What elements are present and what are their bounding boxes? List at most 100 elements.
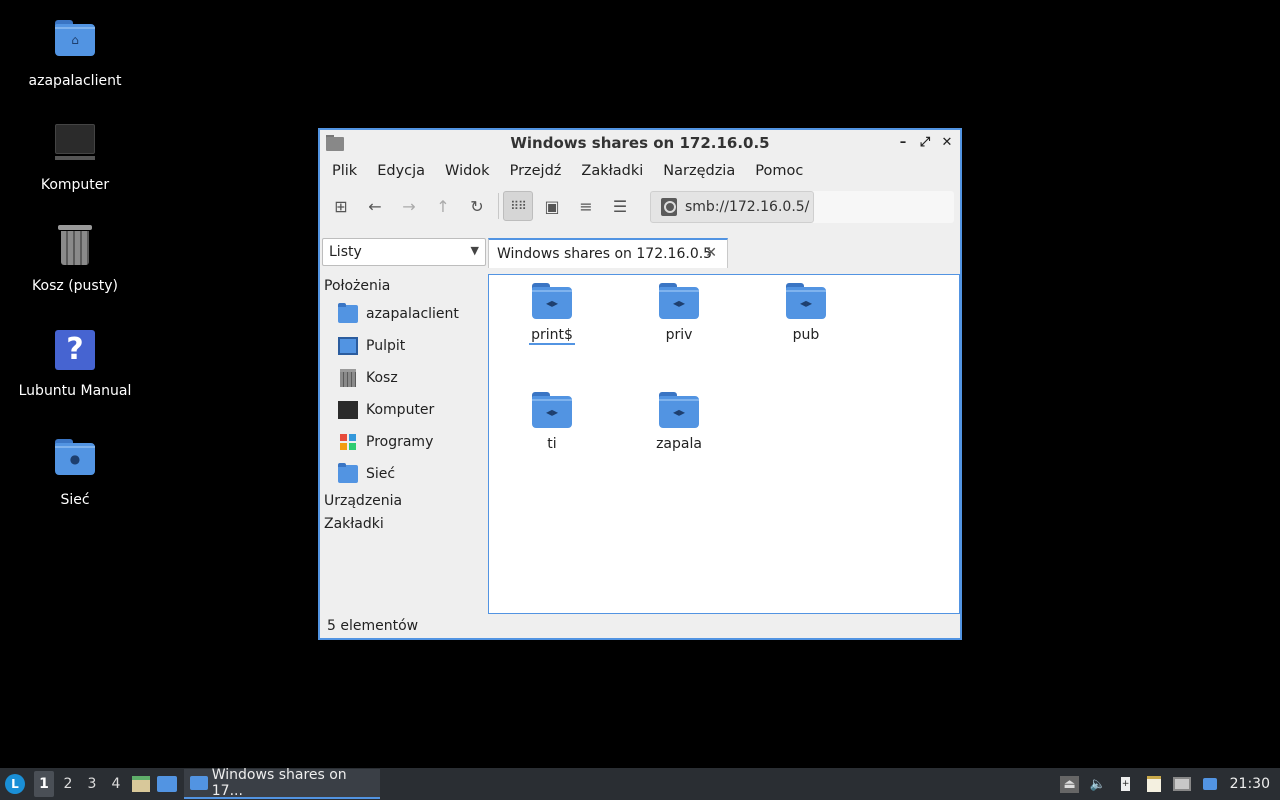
forward-button[interactable]: → xyxy=(394,191,424,221)
trash-icon xyxy=(340,369,356,387)
menu-przejdz[interactable]: Przejdź xyxy=(500,163,572,179)
arrow-left-icon: ← xyxy=(368,196,382,216)
share-name: pub xyxy=(792,327,820,343)
menu-narzedzia[interactable]: Narzędzia xyxy=(653,163,745,179)
path-bar: smb://172.16.0.5/ xyxy=(650,191,954,223)
detail-view-button[interactable]: ☰ xyxy=(605,191,635,221)
tray-battery[interactable]: + xyxy=(1112,768,1140,800)
back-button[interactable]: ← xyxy=(360,191,390,221)
sidebar-item-network[interactable]: Sieć xyxy=(338,462,395,486)
share-item[interactable]: ◂▸ ti xyxy=(507,392,597,452)
arrow-up-icon: ↑ xyxy=(436,196,450,216)
devices-header[interactable]: Urządzenia xyxy=(324,493,402,509)
workspace-4[interactable]: 4 xyxy=(104,768,128,800)
folder-view[interactable]: ◂▸ print$ ◂▸ priv ◂▸ pub ◂▸ ti ◂▸ zapala xyxy=(488,274,960,614)
menu-plik[interactable]: Plik xyxy=(322,163,367,179)
status-text: 5 elementów xyxy=(327,618,419,634)
window-folder-icon xyxy=(326,135,344,151)
thumbnail-view-button[interactable]: ▣ xyxy=(537,191,567,221)
minimize-button[interactable]: – xyxy=(894,134,912,152)
share-item[interactable]: ◂▸ priv xyxy=(634,283,724,343)
sidebar-item-home[interactable]: azapalaclient xyxy=(338,302,459,326)
quicklaunch-show-desktop[interactable] xyxy=(128,768,154,800)
network-share-folder-icon: ◂▸ xyxy=(659,392,699,428)
show-desktop-icon xyxy=(132,776,150,792)
network-folder-icon: ● xyxy=(55,439,95,475)
sidebar-item-label: Programy xyxy=(366,434,434,450)
sidebar-item-applications[interactable]: Programy xyxy=(338,430,433,454)
sidebar-item-trash[interactable]: Kosz xyxy=(338,366,398,390)
lubuntu-logo-icon: L xyxy=(5,774,25,794)
tab-windows-shares[interactable]: Windows shares on 172.16.0.5 ✕ xyxy=(488,238,728,268)
side-pane-mode-select[interactable]: Listy ▼ xyxy=(322,238,486,266)
desktop-icon-manual[interactable]: ? Lubuntu Manual xyxy=(10,330,140,400)
status-bar: 5 elementów xyxy=(320,614,960,638)
desktop-icon-home[interactable]: ⌂ azapalaclient xyxy=(10,16,140,90)
menu-edycja[interactable]: Edycja xyxy=(367,163,435,179)
sidebar-item-computer[interactable]: Komputer xyxy=(338,398,434,422)
tray-volume[interactable]: 🔈 xyxy=(1084,768,1112,800)
network-share-folder-icon: ◂▸ xyxy=(532,283,572,319)
taskbar-task-file-manager[interactable]: Windows shares on 17... xyxy=(184,767,380,799)
close-button[interactable]: ✕ xyxy=(938,134,956,152)
volume-icon: 🔈 xyxy=(1089,776,1106,792)
file-manager-window: Windows shares on 172.16.0.5 – ⤢ ✕ Plik … xyxy=(318,128,962,640)
reload-icon: ↻ xyxy=(470,196,484,216)
tray-network[interactable] xyxy=(1168,768,1196,800)
path-button[interactable]: smb://172.16.0.5/ xyxy=(650,191,814,223)
toolbar: ⊞ ← → ↑ ↻ ⠿⠿ ▣ ≡ ☰ smb://172.16.0.5/ xyxy=(320,186,960,226)
workspace-1[interactable]: 1 xyxy=(34,771,54,797)
desktop-icon-label: azapalaclient xyxy=(28,73,122,89)
tray-clipboard[interactable] xyxy=(1140,768,1168,800)
network-drive-icon xyxy=(661,198,677,216)
clock[interactable]: 21:30 xyxy=(1224,776,1280,792)
side-pane: Listy ▼ Położenia azapalaclient Pulpit K… xyxy=(320,226,486,610)
icon-view-button[interactable]: ⠿⠿ xyxy=(503,191,533,221)
menu-pomoc[interactable]: Pomoc xyxy=(745,163,813,179)
share-item[interactable]: ◂▸ print$ xyxy=(507,283,597,345)
reload-button[interactable]: ↻ xyxy=(462,191,492,221)
desktop-icon-network[interactable]: ● Sieć xyxy=(10,435,140,509)
sidebar-item-label: Pulpit xyxy=(366,338,406,354)
new-tab-button[interactable]: ⊞ xyxy=(326,191,356,221)
share-item[interactable]: ◂▸ pub xyxy=(761,283,851,343)
menu-zakladki[interactable]: Zakładki xyxy=(571,163,653,179)
sidebar-item-label: azapalaclient xyxy=(366,306,459,322)
chevron-down-icon: ▼ xyxy=(470,244,479,257)
window-titlebar[interactable]: Windows shares on 172.16.0.5 – ⤢ ✕ xyxy=(320,130,960,156)
network-share-folder-icon: ◂▸ xyxy=(659,283,699,319)
places-header[interactable]: Położenia xyxy=(324,278,390,294)
computer-icon xyxy=(338,401,358,419)
compact-view-button[interactable]: ≡ xyxy=(571,191,601,221)
sidebar-item-label: Sieć xyxy=(366,466,396,482)
quicklaunch-file-manager[interactable] xyxy=(154,768,180,800)
workspace-3[interactable]: 3 xyxy=(80,768,104,800)
share-name: zapala xyxy=(656,436,702,452)
share-item[interactable]: ◂▸ zapala xyxy=(634,392,724,452)
tray-notifications[interactable] xyxy=(1196,768,1224,800)
notification-icon xyxy=(1202,778,1217,790)
desktop-icon-label: Lubuntu Manual xyxy=(18,383,132,399)
arrow-right-icon: → xyxy=(402,196,416,216)
network-wired-icon xyxy=(1172,777,1191,791)
desktop-icon xyxy=(338,337,358,355)
network-share-folder-icon: ◂▸ xyxy=(786,283,826,319)
image-icon: ▣ xyxy=(544,196,560,216)
maximize-button[interactable]: ⤢ xyxy=(916,134,934,152)
start-menu-button[interactable]: L xyxy=(0,768,30,800)
side-pane-mode-label: Listy xyxy=(329,244,362,260)
network-folder-icon xyxy=(338,463,358,483)
menu-widok[interactable]: Widok xyxy=(435,163,500,179)
close-tab-icon[interactable]: ✕ xyxy=(705,245,717,261)
applications-icon xyxy=(338,433,358,451)
desktop-icon-trash[interactable]: Kosz (pusty) xyxy=(10,225,140,295)
battery-icon: + xyxy=(1121,777,1131,791)
tray-eject[interactable]: ⏏ xyxy=(1056,768,1084,800)
detail-list-icon: ☰ xyxy=(612,196,628,216)
sidebar-item-desktop[interactable]: Pulpit xyxy=(338,334,405,358)
home-folder-icon: ⌂ xyxy=(55,20,95,56)
desktop-icon-computer[interactable]: Komputer xyxy=(10,120,140,194)
workspace-2[interactable]: 2 xyxy=(56,768,80,800)
up-button[interactable]: ↑ xyxy=(428,191,458,221)
bookmarks-header[interactable]: Zakładki xyxy=(324,516,384,532)
